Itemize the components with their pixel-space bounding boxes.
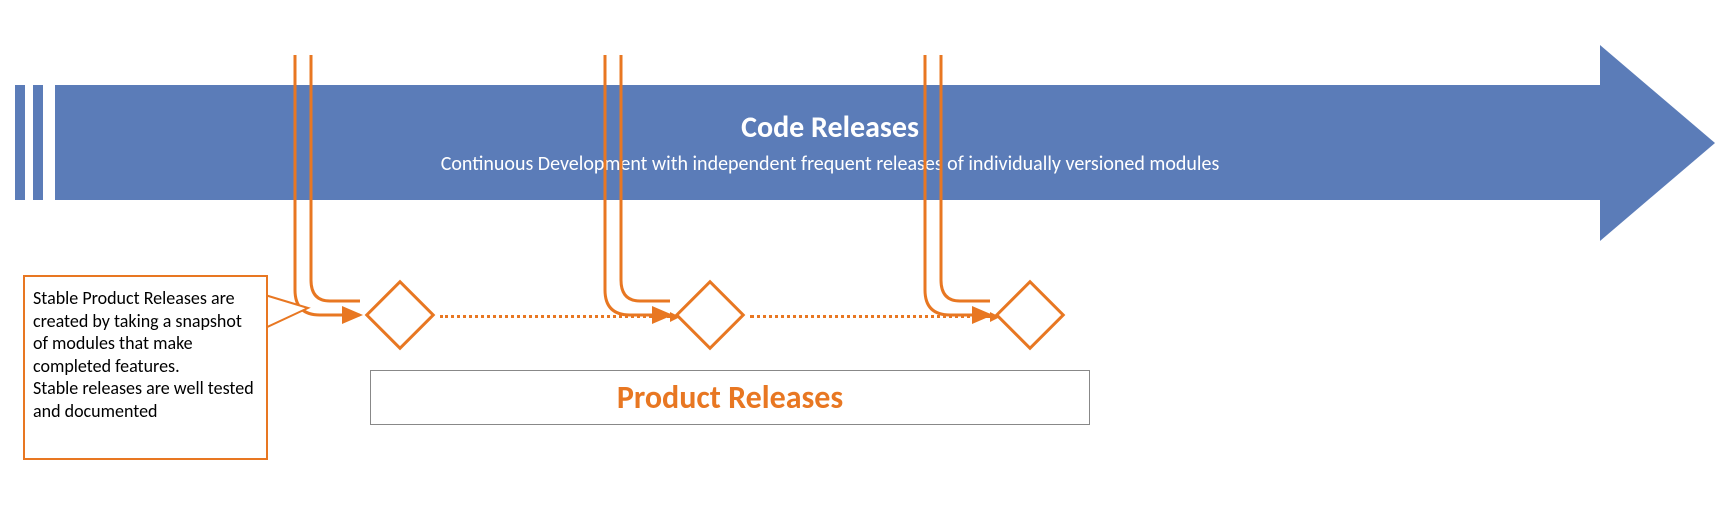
arrow-head-icon bbox=[1600, 45, 1715, 241]
arrow-body: Code Releases Continuous Development wit… bbox=[55, 85, 1605, 200]
arrow-subtitle: Continuous Development with independent … bbox=[441, 152, 1220, 176]
callout-text: Stable Product Releases are created by t… bbox=[33, 287, 254, 422]
product-releases-label: Product Releases bbox=[617, 378, 843, 417]
release-diamond-1 bbox=[365, 280, 436, 351]
callout-box: Stable Product Releases are created by t… bbox=[23, 275, 268, 460]
release-diamond-2 bbox=[675, 280, 746, 351]
code-releases-arrow: Code Releases Continuous Development wit… bbox=[15, 75, 1715, 210]
callout-pointer-icon bbox=[263, 280, 313, 340]
arrow-tail-segment-2 bbox=[33, 85, 43, 200]
dotted-connector-2 bbox=[750, 315, 990, 318]
arrow-title: Code Releases bbox=[741, 109, 919, 146]
arrow-tail-segment-1 bbox=[15, 85, 25, 200]
dotted-connector-1 bbox=[440, 315, 670, 318]
product-releases-box: Product Releases bbox=[370, 370, 1090, 425]
release-diamond-3 bbox=[995, 280, 1066, 351]
